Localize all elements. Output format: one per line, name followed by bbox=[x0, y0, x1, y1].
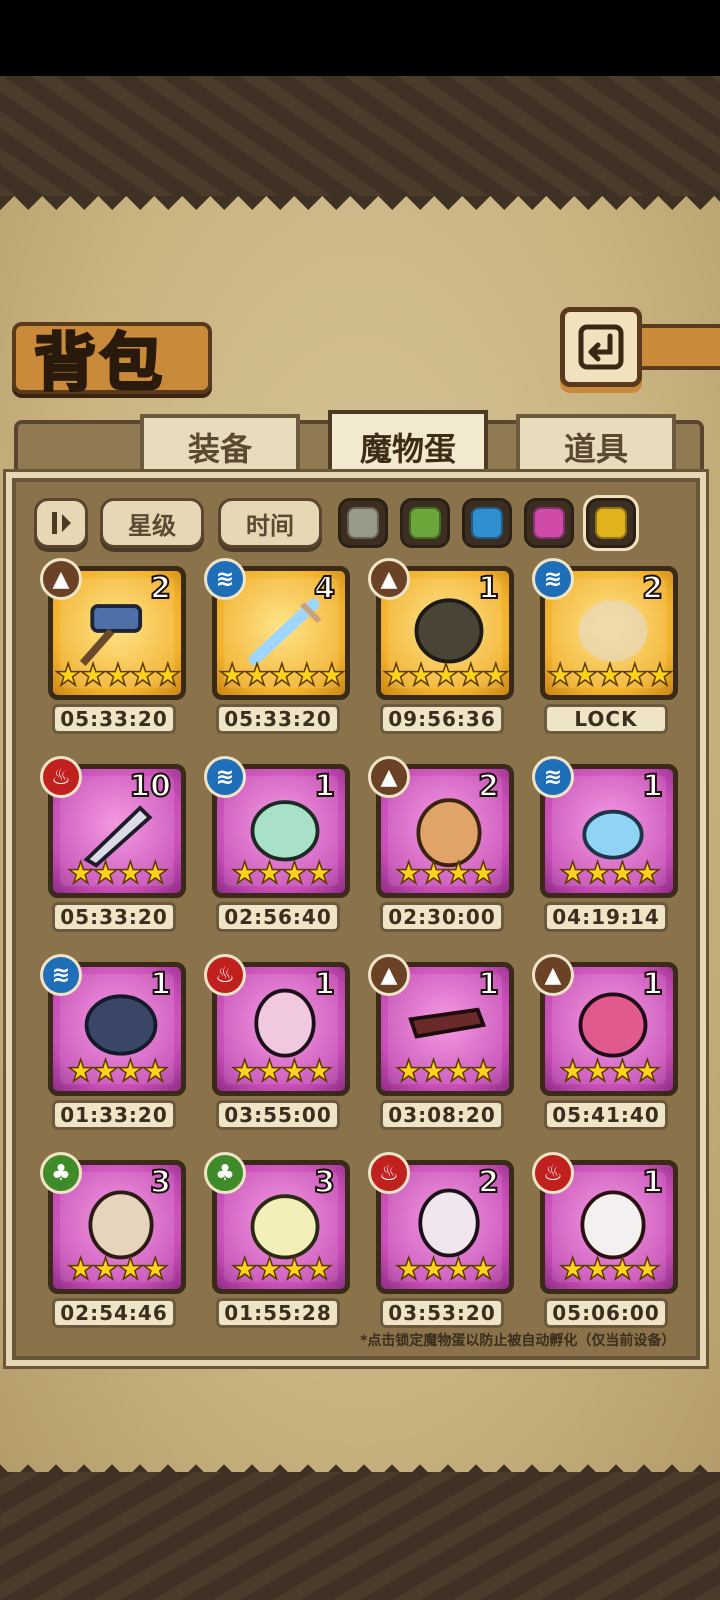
item-count: 1 bbox=[641, 1165, 664, 1201]
map-background-bottom bbox=[0, 1472, 720, 1600]
hatch-timer: 02:56:40 bbox=[216, 902, 340, 932]
hatch-timer: 04:19:14 bbox=[544, 902, 668, 932]
earth-element-icon: ▲ bbox=[368, 756, 410, 798]
item-count: 2 bbox=[477, 769, 500, 805]
star-rating: ★★★★ bbox=[230, 1252, 333, 1287]
back-button-rail bbox=[640, 324, 720, 370]
water-element-icon: ≋ bbox=[204, 558, 246, 600]
hatch-timer: 02:54:46 bbox=[52, 1298, 176, 1328]
color-chip bbox=[533, 507, 565, 539]
filter-pink[interactable] bbox=[524, 498, 574, 548]
fire-element-icon: ♨ bbox=[204, 954, 246, 996]
star-rating: ★★★★ bbox=[66, 856, 169, 891]
water-element-icon: ≋ bbox=[532, 558, 574, 600]
star-rating: ★★★★ bbox=[394, 1054, 497, 1089]
hatch-timer: 03:55:00 bbox=[216, 1100, 340, 1130]
item-count: 3 bbox=[149, 1165, 172, 1201]
hatch-timer: 09:56:36 bbox=[380, 704, 504, 734]
tab-equipment[interactable]: 装备 bbox=[140, 414, 300, 480]
sort-by-star-button[interactable]: 星级 bbox=[100, 498, 204, 548]
hatch-timer: 03:53:20 bbox=[380, 1298, 504, 1328]
fire-element-icon: ♨ bbox=[532, 1152, 574, 1194]
item-count: 3 bbox=[313, 1165, 336, 1201]
fire-element-icon: ♨ bbox=[368, 1152, 410, 1194]
star-rating: ★★★★ bbox=[558, 1252, 661, 1287]
item-count: 2 bbox=[149, 571, 172, 607]
item-count: 1 bbox=[641, 769, 664, 805]
color-chip bbox=[471, 507, 503, 539]
tab-label: 道具 bbox=[563, 430, 628, 468]
earth-element-icon: ▲ bbox=[368, 954, 410, 996]
filter-gold[interactable] bbox=[583, 495, 639, 551]
earth-element-icon: ▲ bbox=[368, 558, 410, 600]
hatch-timer: 05:33:20 bbox=[52, 704, 176, 734]
star-rating: ★★★★★ bbox=[546, 658, 673, 693]
water-element-icon: ≋ bbox=[532, 756, 574, 798]
tab-label: 魔物蛋 bbox=[359, 430, 456, 468]
nature-element-icon: ♣ bbox=[40, 1152, 82, 1194]
hatch-timer: 03:08:20 bbox=[380, 1100, 504, 1130]
filter-blue[interactable] bbox=[462, 498, 512, 548]
star-rating: ★★★★ bbox=[230, 1054, 333, 1089]
lock-button[interactable]: LOCK bbox=[544, 704, 668, 734]
item-count: 1 bbox=[149, 967, 172, 1003]
hatch-timer: 02:30:00 bbox=[380, 902, 504, 932]
tab-items[interactable]: 道具 bbox=[516, 414, 676, 480]
star-rating: ★★★★ bbox=[66, 1252, 169, 1287]
earth-element-icon: ▲ bbox=[40, 558, 82, 600]
item-count: 2 bbox=[477, 1165, 500, 1201]
item-count: 1 bbox=[313, 967, 336, 1003]
item-count: 2 bbox=[641, 571, 664, 607]
back-arrow-icon bbox=[578, 324, 624, 370]
sort-order-button[interactable] bbox=[34, 498, 88, 548]
filter-green[interactable] bbox=[400, 498, 450, 548]
star-rating: ★★★★★ bbox=[54, 658, 181, 693]
hatch-timer: 05:33:20 bbox=[52, 902, 176, 932]
star-rating: ★★★★ bbox=[394, 856, 497, 891]
item-count: 1 bbox=[477, 571, 500, 607]
color-chip bbox=[595, 507, 627, 539]
status-bar bbox=[0, 0, 720, 76]
item-count: 10 bbox=[128, 769, 172, 805]
filter-gray[interactable] bbox=[338, 498, 388, 548]
water-element-icon: ≋ bbox=[40, 954, 82, 996]
item-count: 4 bbox=[313, 571, 336, 607]
sort-by-time-button[interactable]: 时间 bbox=[218, 498, 322, 548]
star-rating: ★★★★★ bbox=[382, 658, 509, 693]
map-background-top bbox=[0, 76, 720, 201]
item-count: 1 bbox=[313, 769, 336, 805]
fire-element-icon: ♨ bbox=[40, 756, 82, 798]
page-title: 背包 bbox=[32, 325, 167, 401]
earth-element-icon: ▲ bbox=[532, 954, 574, 996]
tab-label: 装备 bbox=[187, 430, 252, 468]
hatch-timer: 01:33:20 bbox=[52, 1100, 176, 1130]
hatch-timer: 05:33:20 bbox=[216, 704, 340, 734]
star-rating: ★★★★ bbox=[558, 856, 661, 891]
torn-edge-top bbox=[0, 196, 720, 224]
hatch-timer: 01:55:28 bbox=[216, 1298, 340, 1328]
water-element-icon: ≋ bbox=[204, 756, 246, 798]
star-rating: ★★★★ bbox=[230, 856, 333, 891]
nature-element-icon: ♣ bbox=[204, 1152, 246, 1194]
hatch-timer: 05:41:40 bbox=[544, 1100, 668, 1130]
back-button[interactable] bbox=[560, 307, 642, 387]
hatch-timer: 05:06:00 bbox=[544, 1298, 668, 1328]
color-chip bbox=[347, 507, 379, 539]
star-rating: ★★★★ bbox=[558, 1054, 661, 1089]
star-rating: ★★★★★ bbox=[218, 658, 345, 693]
star-rating: ★★★★ bbox=[394, 1252, 497, 1287]
item-count: 1 bbox=[641, 967, 664, 1003]
star-rating: ★★★★ bbox=[66, 1054, 169, 1089]
sort-toggle-icon bbox=[52, 512, 71, 534]
lock-hint: *点击锁定魔物蛋以防止被自动孵化（仅当前设备） bbox=[360, 1333, 676, 1349]
item-count: 1 bbox=[477, 967, 500, 1003]
color-chip bbox=[409, 507, 441, 539]
